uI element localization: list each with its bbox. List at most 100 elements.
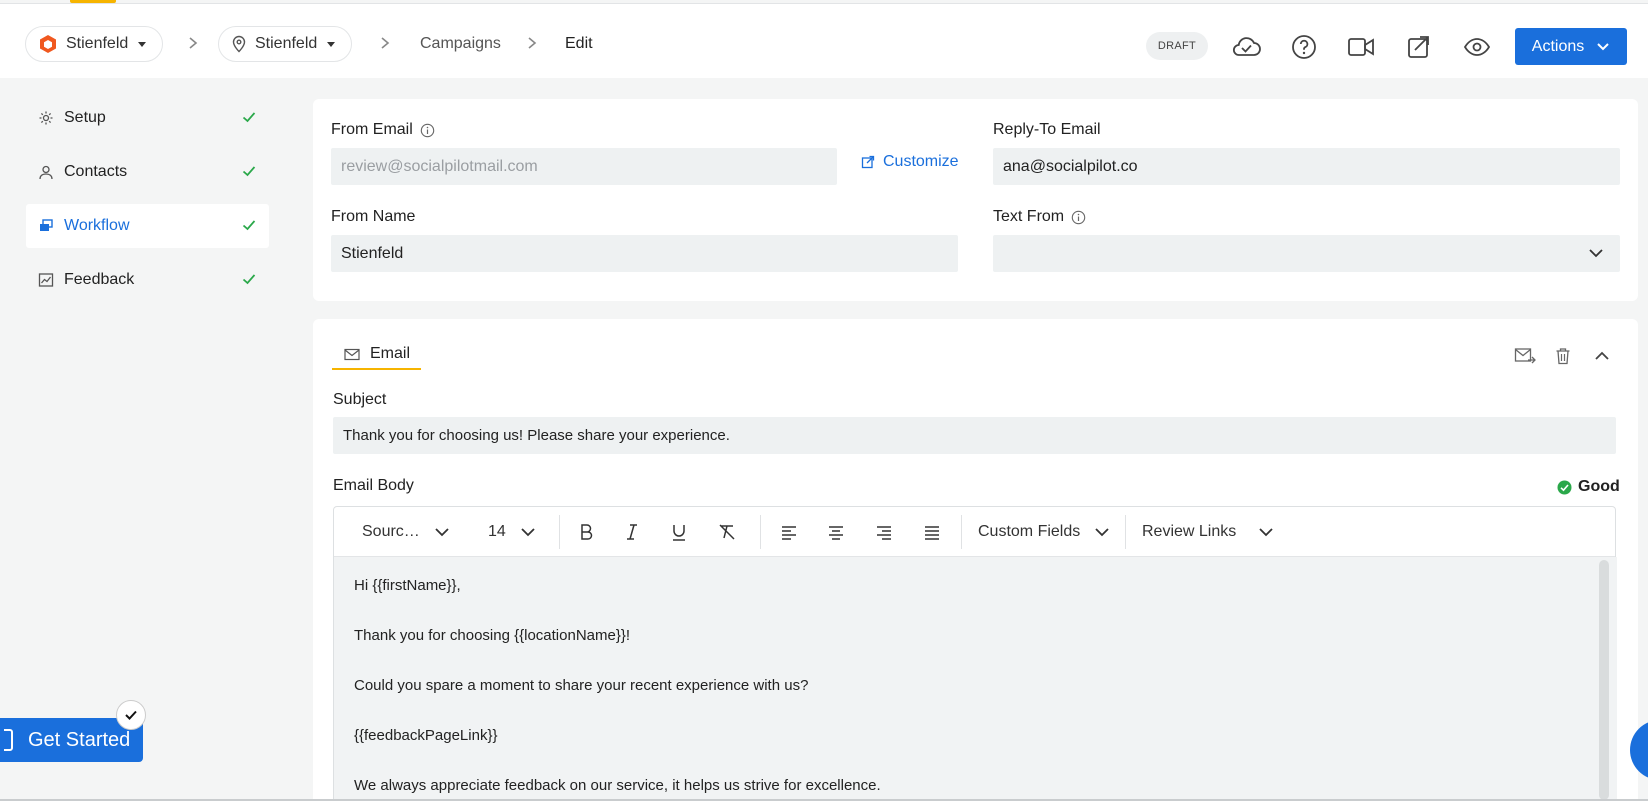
video-icon[interactable] <box>1344 30 1378 64</box>
status-badge: DRAFT <box>1146 32 1208 60</box>
align-center-icon[interactable] <box>826 507 846 557</box>
sidebar-item-setup[interactable]: Setup <box>26 96 269 140</box>
breadcrumb-edit: Edit <box>565 35 593 52</box>
user-icon <box>39 165 53 180</box>
email-body-line: Could you spare a moment to share your r… <box>354 677 809 694</box>
check-icon <box>242 274 256 285</box>
customize-label: Customize <box>883 153 959 170</box>
location-selector[interactable]: Stienfeld <box>218 26 353 62</box>
email-body-line: {{feedbackPageLink}} <box>354 727 498 744</box>
align-left-icon[interactable] <box>779 507 799 557</box>
top-header: Stienfeld Stienfeld Campaigns Edit DRAFT… <box>0 3 1648 78</box>
font-family-value: Sourc… <box>362 523 420 540</box>
reply-to-email-field[interactable]: ana@socialpilot.co <box>993 148 1620 185</box>
check-circle-icon <box>1557 480 1572 494</box>
underline-icon[interactable] <box>669 507 689 557</box>
reply-to-label: Reply-To Email <box>993 121 1101 138</box>
actions-label: Actions <box>1531 37 1585 55</box>
completed-check-icon <box>116 700 146 730</box>
chevron-down-icon <box>1259 528 1273 537</box>
cloud-check-icon[interactable] <box>1229 30 1263 64</box>
workflow-icon <box>40 219 53 231</box>
check-icon <box>242 112 256 123</box>
align-justify-icon[interactable] <box>922 507 942 557</box>
customize-link[interactable]: Customize <box>861 153 959 171</box>
trash-icon[interactable] <box>1549 342 1577 370</box>
tab-email[interactable]: Email <box>332 340 421 370</box>
get-started-label: Get Started <box>28 728 131 751</box>
text-from-label: Text From <box>993 208 1086 226</box>
chevron-down-icon <box>1095 528 1109 537</box>
text-from-select[interactable] <box>993 235 1620 272</box>
eye-icon[interactable] <box>1460 30 1494 64</box>
from-name-label: From Name <box>331 208 416 225</box>
clipboard-icon <box>4 729 13 751</box>
from-name-field[interactable]: Stienfeld <box>331 235 958 272</box>
sidebar-item-label: Workflow <box>64 217 130 234</box>
editor-scrollbar[interactable] <box>1599 560 1609 800</box>
caret-down-icon <box>138 42 147 47</box>
breadcrumb-campaigns[interactable]: Campaigns <box>420 35 501 53</box>
info-icon[interactable] <box>1071 210 1086 225</box>
collapse-chevron-up-icon[interactable] <box>1588 342 1616 370</box>
sidebar-item-contacts[interactable]: Contacts <box>26 150 269 194</box>
font-family-select[interactable]: Sourc… <box>362 507 450 557</box>
chevron-down-icon <box>1597 42 1609 50</box>
font-size-value: 14 <box>488 523 506 540</box>
align-right-icon[interactable] <box>874 507 894 557</box>
chevron-right-icon <box>381 37 390 49</box>
font-size-select[interactable]: 14 <box>488 507 536 557</box>
from-email-label: From Email <box>331 121 435 139</box>
tab-email-label: Email <box>370 345 411 362</box>
chevron-down-icon <box>1589 249 1603 258</box>
actions-button[interactable]: Actions <box>1515 28 1627 65</box>
check-icon <box>242 166 256 177</box>
caret-down-icon <box>327 42 336 47</box>
check-icon <box>242 220 256 231</box>
clear-formatting-icon[interactable] <box>717 507 737 557</box>
email-body-editor: Sourc… 14 Custom Fields Review Links Hi … <box>333 506 1617 801</box>
org-name: Stienfeld <box>66 35 129 52</box>
editor-toolbar: Sourc… 14 Custom Fields Review Links <box>334 507 1615 557</box>
chevron-right-icon <box>189 37 198 49</box>
help-icon[interactable] <box>1287 30 1321 64</box>
from-email-field[interactable]: review@socialpilotmail.com <box>331 148 837 185</box>
italic-icon[interactable] <box>622 507 642 557</box>
send-test-mail-icon[interactable] <box>1511 342 1539 370</box>
review-links-dropdown[interactable]: Review Links <box>1142 507 1274 557</box>
sidebar-item-label: Contacts <box>64 163 128 180</box>
sidebar: Setup Contacts Workflow Feedback <box>26 96 269 312</box>
info-icon[interactable] <box>420 123 435 138</box>
chevron-down-icon <box>435 528 449 537</box>
sidebar-item-feedback[interactable]: Feedback <box>26 258 269 302</box>
email-body-content[interactable]: Hi {{firstName}}, Thank you for choosing… <box>334 557 1617 801</box>
from-email-label-text: From Email <box>331 121 413 138</box>
brand-logo-icon <box>40 35 56 53</box>
text-from-label-text: Text From <box>993 208 1065 225</box>
email-body-line: Thank you for choosing {{locationName}}! <box>354 627 631 644</box>
custom-fields-dropdown[interactable]: Custom Fields <box>978 507 1110 557</box>
quality-indicator: Good <box>1557 478 1620 496</box>
org-selector[interactable]: Stienfeld <box>25 26 164 62</box>
email-body-label: Email Body <box>333 477 414 494</box>
location-pin-icon <box>232 35 246 53</box>
quality-label: Good <box>1578 478 1620 495</box>
gear-icon <box>39 111 53 125</box>
email-body-line: Hi {{firstName}}, <box>354 577 461 594</box>
subject-field[interactable]: Thank you for choosing us! Please share … <box>333 417 1616 454</box>
mail-icon <box>344 348 360 360</box>
chevron-right-icon <box>528 37 537 49</box>
bold-icon[interactable] <box>576 507 596 557</box>
sidebar-item-workflow[interactable]: Workflow <box>26 204 269 248</box>
send-icon[interactable] <box>1402 30 1436 64</box>
external-link-icon <box>861 155 875 169</box>
sidebar-item-label: Setup <box>64 109 106 126</box>
subject-label: Subject <box>333 391 387 408</box>
chart-icon <box>38 273 54 287</box>
location-name: Stienfeld <box>255 35 318 52</box>
chevron-down-icon <box>521 528 535 537</box>
custom-fields-label: Custom Fields <box>978 523 1081 540</box>
review-links-label: Review Links <box>1142 523 1237 540</box>
sidebar-item-label: Feedback <box>64 271 135 288</box>
email-body-line: We always appreciate feedback on our ser… <box>354 777 881 794</box>
